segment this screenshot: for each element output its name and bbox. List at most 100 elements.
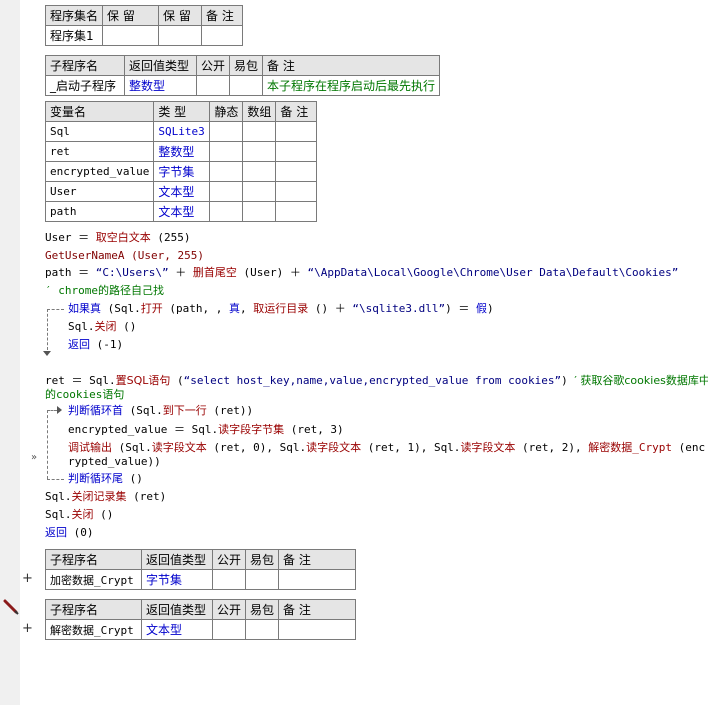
code-line-2[interactable]: GetUserNameA (User, 255) <box>45 249 204 263</box>
return-type-cell[interactable]: 整数型 <box>124 75 197 96</box>
header-remark: 备 注 <box>262 55 441 76</box>
public-cell[interactable] <box>195 75 231 96</box>
remark-cell[interactable] <box>275 121 318 142</box>
header-remark: 备 注 <box>278 599 357 620</box>
expand-icon[interactable]: + <box>22 571 33 586</box>
flow-connector <box>47 410 57 411</box>
header-easy-pack: 易包 <box>229 55 264 76</box>
code-line-close[interactable]: Sql.关闭 () <box>68 320 136 334</box>
flow-connector <box>47 479 64 480</box>
easy-pack-cell[interactable] <box>245 619 280 640</box>
code-comment-chrome-path[interactable]: ′ chrome的路径自己找 <box>45 284 164 298</box>
subroutine-table-encrypt: 子程序名 返回值类型 公开 易包 备 注 加密数据_Crypt 字节集 <box>45 549 357 590</box>
header-reserved-2: 保 留 <box>158 5 203 26</box>
header-remark: 备 注 <box>201 5 244 26</box>
header-easy-pack: 易包 <box>245 599 280 620</box>
var-type-cell[interactable]: SQLite3 <box>153 121 211 142</box>
remark-cell[interactable] <box>278 569 357 590</box>
remark-cell[interactable] <box>275 201 318 222</box>
variable-table: 变量名 类 型 静态 数组 备 注 Sql SQLite3 ret 整数型 en… <box>44 101 318 222</box>
public-cell[interactable] <box>211 569 247 590</box>
var-name-cell[interactable]: path <box>44 201 155 222</box>
header-reserved-1: 保 留 <box>102 5 160 26</box>
var-name-cell[interactable]: encrypted_value <box>44 161 155 182</box>
var-type-cell[interactable]: 字节集 <box>153 161 211 182</box>
remark-cell[interactable]: 本子程序在程序启动后最先执行 <box>262 75 441 96</box>
header-remark: 备 注 <box>275 101 318 122</box>
remark-cell[interactable] <box>275 141 318 162</box>
static-cell[interactable] <box>209 121 244 142</box>
array-cell[interactable] <box>242 141 277 162</box>
sub-name-cell[interactable]: 解密数据_Crypt <box>45 619 142 640</box>
return-type-cell[interactable]: 文本型 <box>141 619 213 640</box>
code-comment-continued[interactable]: 的cookies语句 <box>45 388 124 402</box>
array-cell[interactable] <box>242 161 277 182</box>
header-sub-name: 子程序名 <box>45 549 142 570</box>
code-line-loop-start[interactable]: 判断循环首 (Sql.到下一行 (ret)) <box>68 404 253 418</box>
sub-name-cell[interactable]: _启动子程序 <box>45 75 125 96</box>
reserved-cell-2[interactable] <box>158 25 203 46</box>
header-return-type: 返回值类型 <box>141 599 213 620</box>
table-row[interactable]: encrypted_value 字节集 <box>44 161 318 182</box>
array-cell[interactable] <box>242 201 277 222</box>
remark-cell[interactable] <box>278 619 357 640</box>
var-name-cell[interactable]: ret <box>44 141 155 162</box>
subroutine-table-decrypt: 子程序名 返回值类型 公开 易包 备 注 解密数据_Crypt 文本型 <box>45 599 357 640</box>
var-type-cell[interactable]: 文本型 <box>153 201 211 222</box>
code-line-read-bytes[interactable]: encrypted_value ＝ Sql.读字段字节集 (ret, 3) <box>68 423 344 437</box>
expand-icon[interactable]: + <box>22 621 33 636</box>
var-type-cell[interactable]: 整数型 <box>153 141 211 162</box>
array-cell[interactable] <box>242 181 277 202</box>
assembly-name-cell[interactable]: 程序集1 <box>44 25 104 46</box>
code-line-debug-output[interactable]: 调试输出 (Sql.读字段文本 (ret, 0), Sql.读字段文本 (ret… <box>68 441 705 455</box>
header-public: 公开 <box>195 55 231 76</box>
var-type-cell[interactable]: 文本型 <box>153 181 211 202</box>
header-sub-name: 子程序名 <box>45 55 125 76</box>
current-line-marker-icon: » <box>31 452 38 463</box>
table-row[interactable]: User 文本型 <box>44 181 318 202</box>
var-name-cell[interactable]: Sql <box>44 121 155 142</box>
easy-pack-cell[interactable] <box>229 75 264 96</box>
code-line-debug-output-cont[interactable]: rypted_value)) <box>68 455 161 469</box>
remark-cell[interactable] <box>201 25 244 46</box>
header-sub-name: 子程序名 <box>45 599 142 620</box>
code-line-if[interactable]: 如果真 (Sql.打开 (path, , 真, 取运行目录 () ＋ “\sql… <box>68 302 494 316</box>
sub-name-cell[interactable]: 加密数据_Crypt <box>45 569 142 590</box>
header-assembly-name: 程序集名 <box>44 5 104 26</box>
static-cell[interactable] <box>209 201 244 222</box>
static-cell[interactable] <box>209 181 244 202</box>
easy-pack-cell[interactable] <box>245 569 280 590</box>
table-row[interactable]: Sql SQLite3 <box>44 121 318 142</box>
flow-connector <box>47 309 48 350</box>
return-type-cell[interactable]: 字节集 <box>141 569 213 590</box>
code-line-close-recordset[interactable]: Sql.关闭记录集 (ret) <box>45 490 166 504</box>
code-line-1[interactable]: User ＝ 取空白文本 (255) <box>45 231 191 245</box>
code-line-return-0[interactable]: 返回 (0) <box>45 526 94 540</box>
header-easy-pack: 易包 <box>245 549 280 570</box>
remark-cell[interactable] <box>275 181 318 202</box>
table-row[interactable]: ret 整数型 <box>44 141 318 162</box>
var-name-cell[interactable]: User <box>44 181 155 202</box>
header-array: 数组 <box>242 101 277 122</box>
code-line-close-2[interactable]: Sql.关闭 () <box>45 508 113 522</box>
pencil-icon <box>3 599 19 615</box>
header-remark: 备 注 <box>278 549 357 570</box>
table-row[interactable]: path 文本型 <box>44 201 318 222</box>
flow-connector <box>47 309 64 310</box>
header-return-type: 返回值类型 <box>124 55 197 76</box>
header-public: 公开 <box>211 549 247 570</box>
remark-cell[interactable] <box>275 161 318 182</box>
header-static: 静态 <box>209 101 244 122</box>
public-cell[interactable] <box>211 619 247 640</box>
assembly-table: 程序集名 保 留 保 留 备 注 程序集1 <box>44 5 244 46</box>
static-cell[interactable] <box>209 141 244 162</box>
header-return-type: 返回值类型 <box>141 549 213 570</box>
reserved-cell-1[interactable] <box>102 25 160 46</box>
array-cell[interactable] <box>242 121 277 142</box>
static-cell[interactable] <box>209 161 244 182</box>
code-line-3[interactable]: path ＝ “C:\Users\” ＋ 删首尾空 (User) ＋ “\App… <box>45 266 678 280</box>
loop-arrow-right-icon <box>57 406 62 414</box>
code-line-set-sql[interactable]: ret ＝ Sql.置SQL语句 (“select host_key,name,… <box>45 374 708 388</box>
code-line-return[interactable]: 返回 (-1) <box>68 338 123 352</box>
code-line-loop-end[interactable]: 判断循环尾 () <box>68 472 143 486</box>
